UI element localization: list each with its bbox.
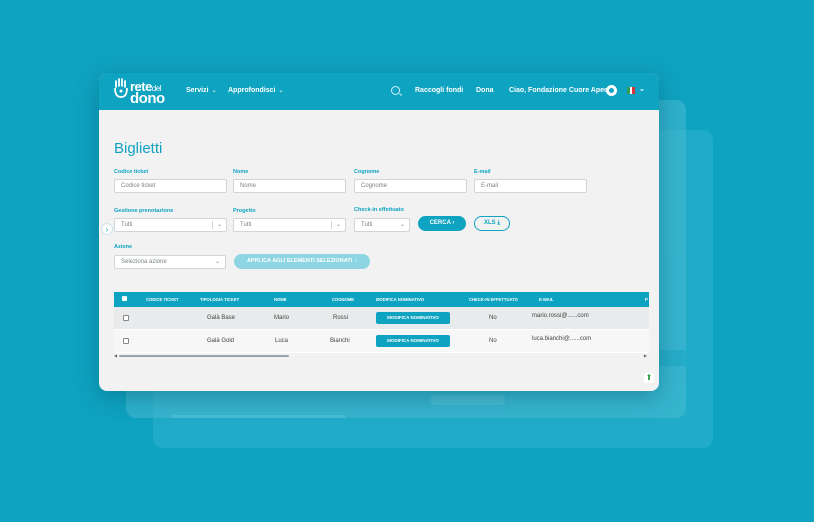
azione-label: Azione bbox=[114, 244, 133, 250]
table-row: Galà Base Mario Rossi MODIFICA NOMINATIV… bbox=[114, 307, 649, 330]
logo-text-bottom: dono bbox=[130, 90, 165, 107]
cell-tipologia: Galà Gold bbox=[207, 338, 235, 344]
nome-label: Nome bbox=[233, 169, 249, 175]
cell-cognome: Bianchi bbox=[330, 338, 350, 344]
cerca-button[interactable]: CERCA › bbox=[418, 216, 466, 231]
xls-export-button[interactable]: XLS ⤓ bbox=[474, 216, 510, 231]
chevron-down-icon: ⌄ bbox=[215, 259, 221, 265]
chevron-down-icon: ⌄ bbox=[211, 88, 217, 94]
user-greeting[interactable]: Ciao, Fondazione Cuore Aperto bbox=[509, 87, 613, 94]
select-separator bbox=[212, 221, 213, 229]
gestione-prenotazione-label: Gestione prenotazione bbox=[114, 208, 174, 214]
progetto-select[interactable]: Tutti ⌄ bbox=[233, 218, 346, 232]
cell-nome: Luca bbox=[275, 338, 289, 344]
cell-nome: Mario bbox=[274, 315, 290, 321]
upload-icon[interactable]: ⬆ bbox=[644, 373, 654, 383]
rete-del-dono-logo[interactable]: retedel dono bbox=[114, 77, 174, 107]
email-label: E-mail bbox=[474, 169, 491, 175]
app-window: retedel dono Servizi ⌄ Approfondisci ⌄ Rac… bbox=[99, 73, 659, 391]
progetto-label: Progetto bbox=[233, 208, 256, 214]
chevron-right-icon: › bbox=[355, 258, 358, 264]
nome-input[interactable]: Nome bbox=[233, 179, 346, 193]
italy-flag-icon[interactable] bbox=[627, 87, 636, 94]
table-header: CODICE TICKET TIPOLOGIA TICKET NOME COGN… bbox=[114, 292, 649, 307]
th-email[interactable]: E-MAIL bbox=[539, 297, 553, 302]
chevron-down-icon: ⌄ bbox=[400, 222, 406, 228]
cognome-input[interactable]: Cognome bbox=[354, 179, 467, 193]
select-all-checkbox[interactable] bbox=[122, 296, 127, 301]
gestione-prenotazione-select[interactable]: Tutti ⌄ bbox=[114, 218, 227, 232]
checkin-label: Check-in effettuato bbox=[354, 207, 404, 213]
select-separator bbox=[331, 221, 332, 229]
sidebar-toggle-button[interactable]: › bbox=[101, 223, 113, 235]
email-input[interactable]: E-mail bbox=[474, 179, 587, 193]
nav-approfondisci[interactable]: Approfondisci ⌄ bbox=[228, 87, 283, 94]
ghost-button bbox=[431, 395, 505, 405]
th-modifica-nominativo[interactable]: MODIFICA NOMINATIVO bbox=[376, 297, 424, 302]
th-truncated[interactable]: P bbox=[645, 297, 648, 302]
nav-servizi[interactable]: Servizi ⌄ bbox=[186, 87, 217, 94]
codice-ticket-input[interactable]: Codice ticket bbox=[114, 179, 227, 193]
progetto-value: Tutti bbox=[240, 222, 252, 228]
gestione-value: Tutti bbox=[121, 222, 133, 228]
page-title: Biglietti bbox=[114, 140, 163, 157]
top-navbar: retedel dono Servizi ⌄ Approfondisci ⌄ Rac… bbox=[99, 73, 659, 110]
scrollbar-thumb[interactable] bbox=[119, 355, 289, 357]
cell-checkin: No bbox=[489, 315, 497, 321]
th-tipologia-ticket[interactable]: TIPOLOGIA TICKET bbox=[200, 297, 239, 302]
modifica-nominativo-button[interactable]: MODIFICA NOMINATIVO bbox=[376, 335, 450, 347]
cell-email: mario.rossi@......com bbox=[532, 313, 589, 319]
th-nome[interactable]: NOME bbox=[274, 297, 287, 302]
modifica-nominativo-button[interactable]: MODIFICA NOMINATIVO bbox=[376, 312, 450, 324]
download-icon: ⤓ bbox=[497, 220, 500, 226]
cell-tipologia: Galà Base bbox=[207, 315, 236, 321]
codice-ticket-label: Codice ticket bbox=[114, 169, 149, 175]
azione-select[interactable]: Seleziona azione ⌄ bbox=[114, 255, 226, 269]
chevron-down-icon: ⌄ bbox=[336, 222, 342, 228]
cell-email: luca.bianchi@......com bbox=[532, 336, 592, 342]
azione-value: Seleziona azione bbox=[121, 259, 167, 265]
nav-raccogli-fondi[interactable]: Raccogli fondi bbox=[415, 87, 463, 94]
chevron-right-icon: › bbox=[452, 220, 455, 226]
scroll-left-icon[interactable]: ◀ bbox=[114, 353, 117, 358]
scroll-right-icon[interactable]: ▶ bbox=[644, 353, 647, 358]
table-row: Galà Gold Luca Bianchi MODIFICA NOMINATI… bbox=[114, 330, 649, 353]
hand-logo-icon bbox=[114, 78, 128, 98]
row-checkbox[interactable] bbox=[123, 338, 129, 344]
th-cognome[interactable]: COGNOME bbox=[332, 297, 354, 302]
chevron-down-icon: ⌄ bbox=[217, 222, 223, 228]
cognome-label: Cognome bbox=[354, 169, 380, 175]
row-checkbox[interactable] bbox=[123, 315, 129, 321]
th-checkin-effettuato[interactable]: CHECK-IN EFFETTUATO bbox=[469, 297, 518, 302]
search-icon[interactable] bbox=[391, 86, 400, 95]
nav-dona[interactable]: Dona bbox=[476, 87, 494, 94]
avatar-icon[interactable] bbox=[606, 85, 617, 96]
checkin-select[interactable]: Tutti ⌄ bbox=[354, 218, 410, 232]
tickets-table: CODICE TICKET TIPOLOGIA TICKET NOME COGN… bbox=[114, 292, 649, 360]
ghost-scrollbar bbox=[171, 415, 346, 418]
cell-cognome: Rossi bbox=[333, 315, 349, 321]
th-codice-ticket[interactable]: CODICE TICKET bbox=[146, 297, 179, 302]
checkin-value: Tutti bbox=[361, 222, 373, 228]
cell-checkin: No bbox=[489, 338, 497, 344]
applica-button[interactable]: APPLICA AGLI ELEMENTI SELEZIONATI › bbox=[234, 254, 370, 269]
chevron-down-icon[interactable]: ⌄ bbox=[639, 85, 645, 93]
horizontal-scrollbar[interactable]: ◀ ▶ bbox=[114, 353, 649, 358]
chevron-down-icon: ⌄ bbox=[278, 88, 284, 94]
